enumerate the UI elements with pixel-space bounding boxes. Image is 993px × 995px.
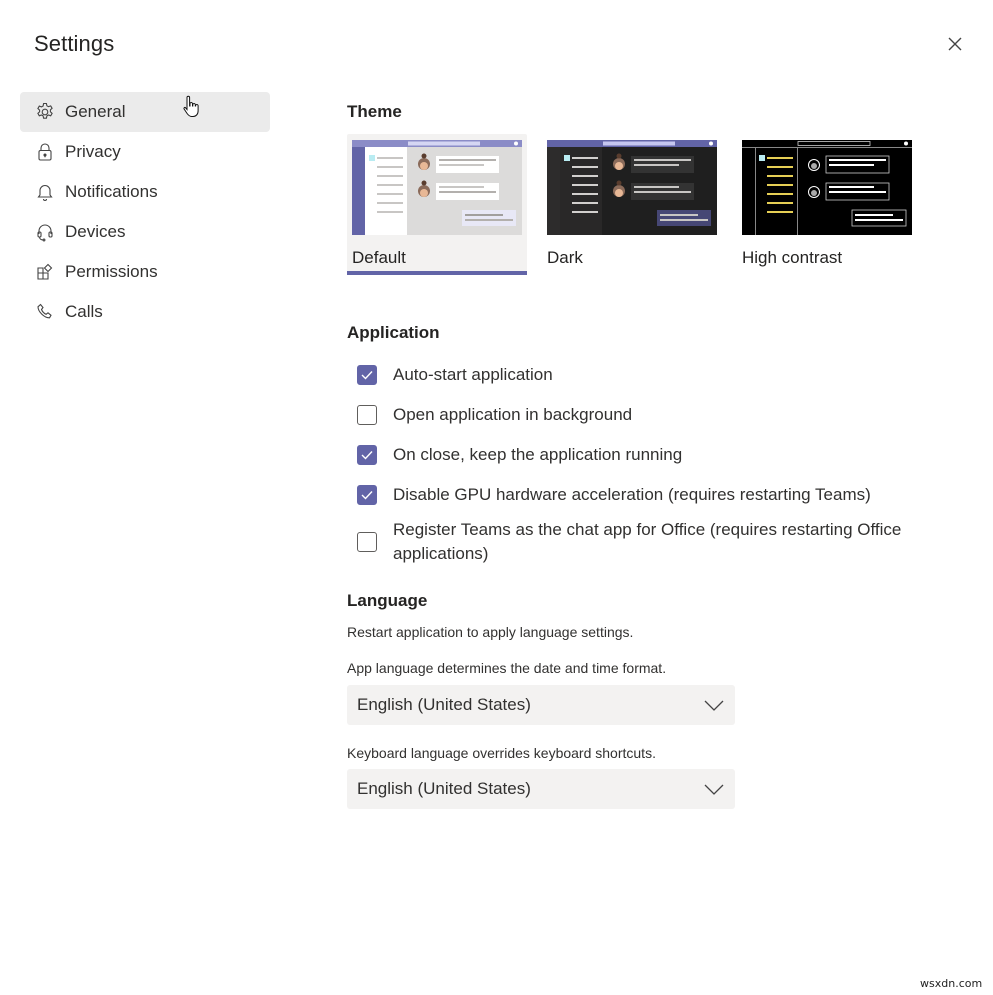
register-chat-app-checkbox[interactable] [357, 532, 377, 552]
open-in-background-checkbox-row[interactable]: Open application in background [357, 395, 937, 435]
sidebar-item-label: Permissions [65, 262, 158, 281]
sidebar-item-permissions[interactable]: Permissions [20, 252, 270, 292]
sidebar-item-devices[interactable]: Devices [20, 212, 270, 252]
chevron-down-icon [704, 700, 724, 711]
checkbox-label: Open application in background [393, 405, 633, 424]
theme-option-high-contrast[interactable]: High contrast [737, 134, 917, 275]
close-icon [948, 37, 962, 51]
disable-gpu-checkbox[interactable] [357, 485, 377, 505]
auto-start-checkbox-row[interactable]: Auto-start application [357, 355, 937, 395]
bell-icon [34, 181, 56, 203]
app-language-dropdown[interactable]: English (United States) [347, 685, 735, 725]
settings-sidebar: General Privacy Notifications Devices Pe… [20, 92, 270, 332]
disable-gpu-checkbox-row[interactable]: Disable GPU hardware acceleration (requi… [357, 475, 937, 515]
sidebar-item-label: Calls [65, 302, 103, 321]
sidebar-item-label: Privacy [65, 142, 121, 161]
keep-running-checkbox[interactable] [357, 445, 377, 465]
default-theme-preview-icon [352, 140, 522, 235]
language-heading: Language [347, 591, 428, 610]
keyboard-language-note: Keyboard language overrides keyboard sho… [347, 745, 656, 761]
checkbox-label: On close, keep the application running [393, 445, 683, 464]
checkmark-icon [361, 371, 373, 380]
checkmark-icon [361, 451, 373, 460]
checkbox-label: Register Teams as the chat app for Offic… [393, 520, 902, 563]
language-restart-note: Restart application to apply language se… [347, 624, 634, 640]
dropdown-value: English (United States) [357, 695, 531, 714]
hand-cursor-icon [181, 95, 201, 119]
gear-icon [34, 101, 56, 123]
theme-heading: Theme [347, 102, 402, 121]
page-title: Settings [34, 31, 115, 56]
close-button[interactable] [944, 33, 966, 55]
app-language-note: App language determines the date and tim… [347, 660, 667, 676]
theme-option-default[interactable]: Default [347, 134, 527, 275]
application-heading: Application [347, 323, 440, 342]
auto-start-checkbox[interactable] [357, 365, 377, 385]
sidebar-item-calls[interactable]: Calls [20, 292, 270, 332]
sidebar-item-label: Notifications [65, 182, 158, 201]
apps-icon [34, 261, 56, 283]
sidebar-item-privacy[interactable]: Privacy [20, 132, 270, 172]
open-in-background-checkbox[interactable] [357, 405, 377, 425]
checkmark-icon [361, 491, 373, 500]
sidebar-item-notifications[interactable]: Notifications [20, 172, 270, 212]
phone-icon [34, 301, 56, 323]
sidebar-item-general[interactable]: General [20, 92, 270, 132]
high-contrast-theme-preview-icon [742, 140, 912, 235]
lock-icon [34, 141, 56, 163]
headset-icon [34, 221, 56, 243]
dropdown-value: English (United States) [357, 779, 531, 798]
checkbox-label: Auto-start application [393, 365, 553, 384]
theme-label: Default [352, 248, 406, 267]
theme-options: Default Dark High contrast [347, 134, 932, 275]
theme-label: Dark [547, 248, 583, 267]
keep-running-checkbox-row[interactable]: On close, keep the application running [357, 435, 937, 475]
theme-label: High contrast [742, 248, 843, 267]
dark-theme-preview-icon [547, 140, 717, 235]
checkbox-label: Disable GPU hardware acceleration (requi… [393, 485, 871, 504]
keyboard-language-dropdown[interactable]: English (United States) [347, 769, 735, 809]
sidebar-item-label: General [65, 102, 126, 121]
watermark: wsxdn.com [920, 977, 983, 990]
application-options: Auto-start application Open application … [357, 355, 937, 569]
chevron-down-icon [704, 784, 724, 795]
sidebar-item-label: Devices [65, 222, 126, 241]
register-chat-app-checkbox-row[interactable]: Register Teams as the chat app for Offic… [357, 515, 937, 569]
theme-option-dark[interactable]: Dark [542, 134, 722, 275]
